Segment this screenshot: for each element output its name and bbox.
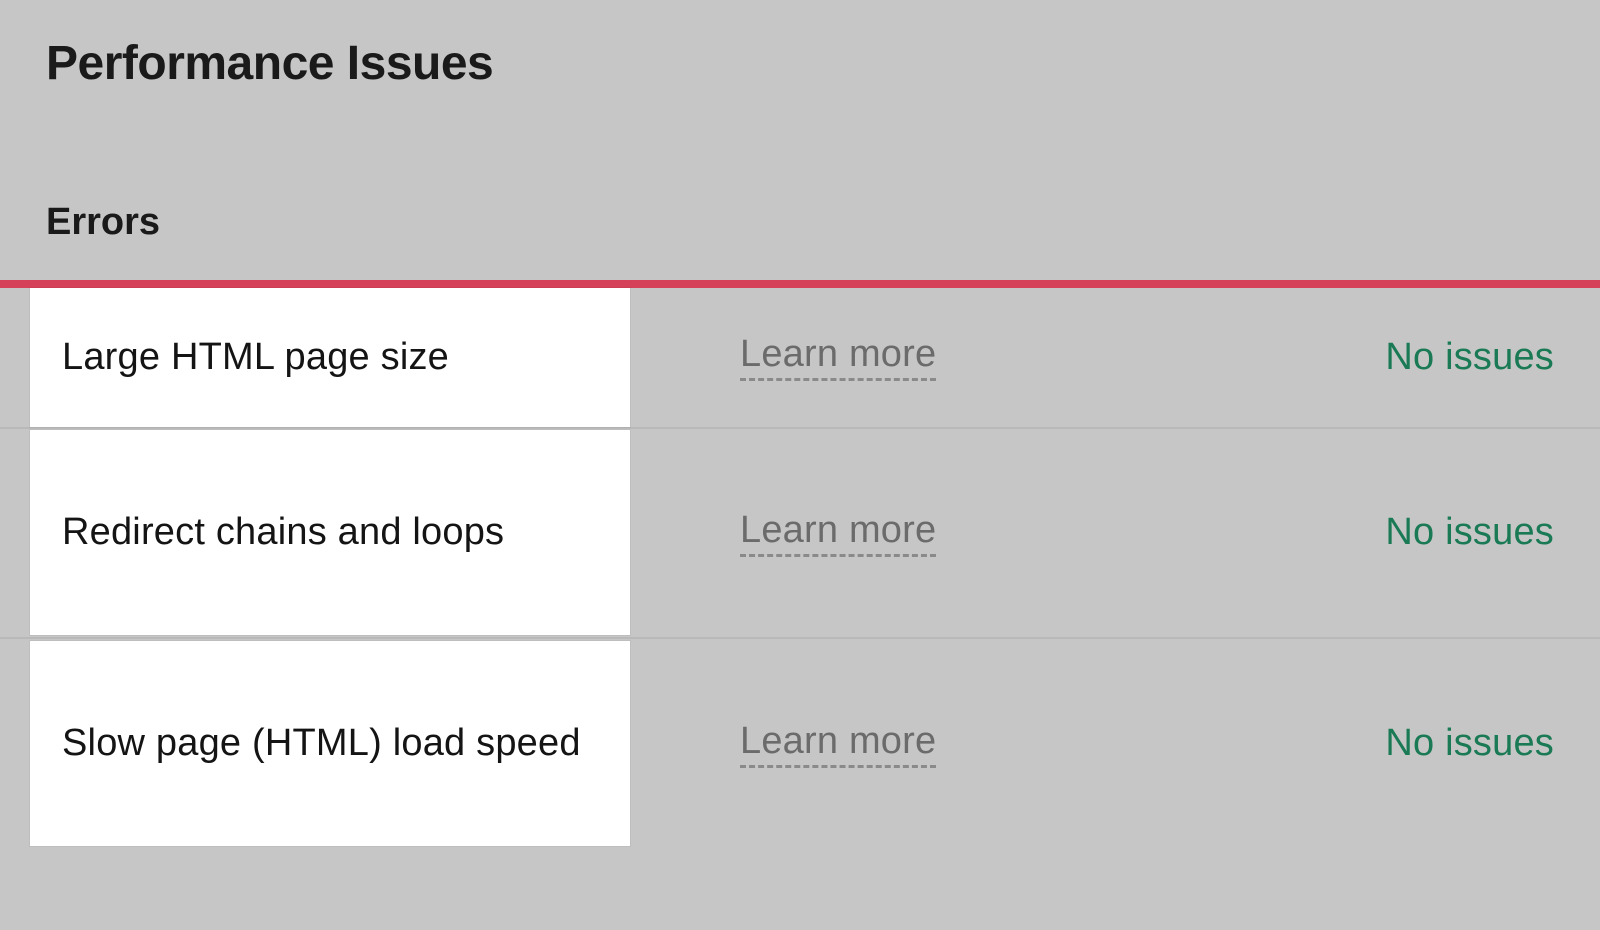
- section-title-errors: Errors: [0, 201, 1600, 244]
- errors-divider: [0, 280, 1600, 288]
- issue-name-cell: Large HTML page size: [30, 288, 630, 427]
- learn-more-cell: Learn more: [630, 720, 1070, 768]
- learn-more-cell: Learn more: [630, 509, 1070, 557]
- errors-table: Large HTML page size Learn more No issue…: [0, 288, 1600, 849]
- issue-name: Slow page (HTML) load speed: [62, 714, 581, 773]
- performance-issues-panel: Performance Issues Errors Large HTML pag…: [0, 0, 1600, 849]
- learn-more-link[interactable]: Learn more: [740, 720, 936, 768]
- issue-name: Redirect chains and loops: [62, 503, 504, 562]
- status-cell: No issues: [1070, 722, 1554, 765]
- learn-more-cell: Learn more: [630, 333, 1070, 381]
- table-row: Slow page (HTML) load speed Learn more N…: [0, 639, 1600, 849]
- issue-name-cell: Redirect chains and loops: [30, 430, 630, 635]
- learn-more-link[interactable]: Learn more: [740, 333, 936, 381]
- learn-more-link[interactable]: Learn more: [740, 509, 936, 557]
- status-cell: No issues: [1070, 511, 1554, 554]
- issue-name-cell: Slow page (HTML) load speed: [30, 641, 630, 846]
- status-cell: No issues: [1070, 336, 1554, 379]
- table-row: Large HTML page size Learn more No issue…: [0, 288, 1600, 429]
- issue-name: Large HTML page size: [62, 328, 449, 387]
- table-row: Redirect chains and loops Learn more No …: [0, 429, 1600, 639]
- page-title: Performance Issues: [0, 36, 1600, 91]
